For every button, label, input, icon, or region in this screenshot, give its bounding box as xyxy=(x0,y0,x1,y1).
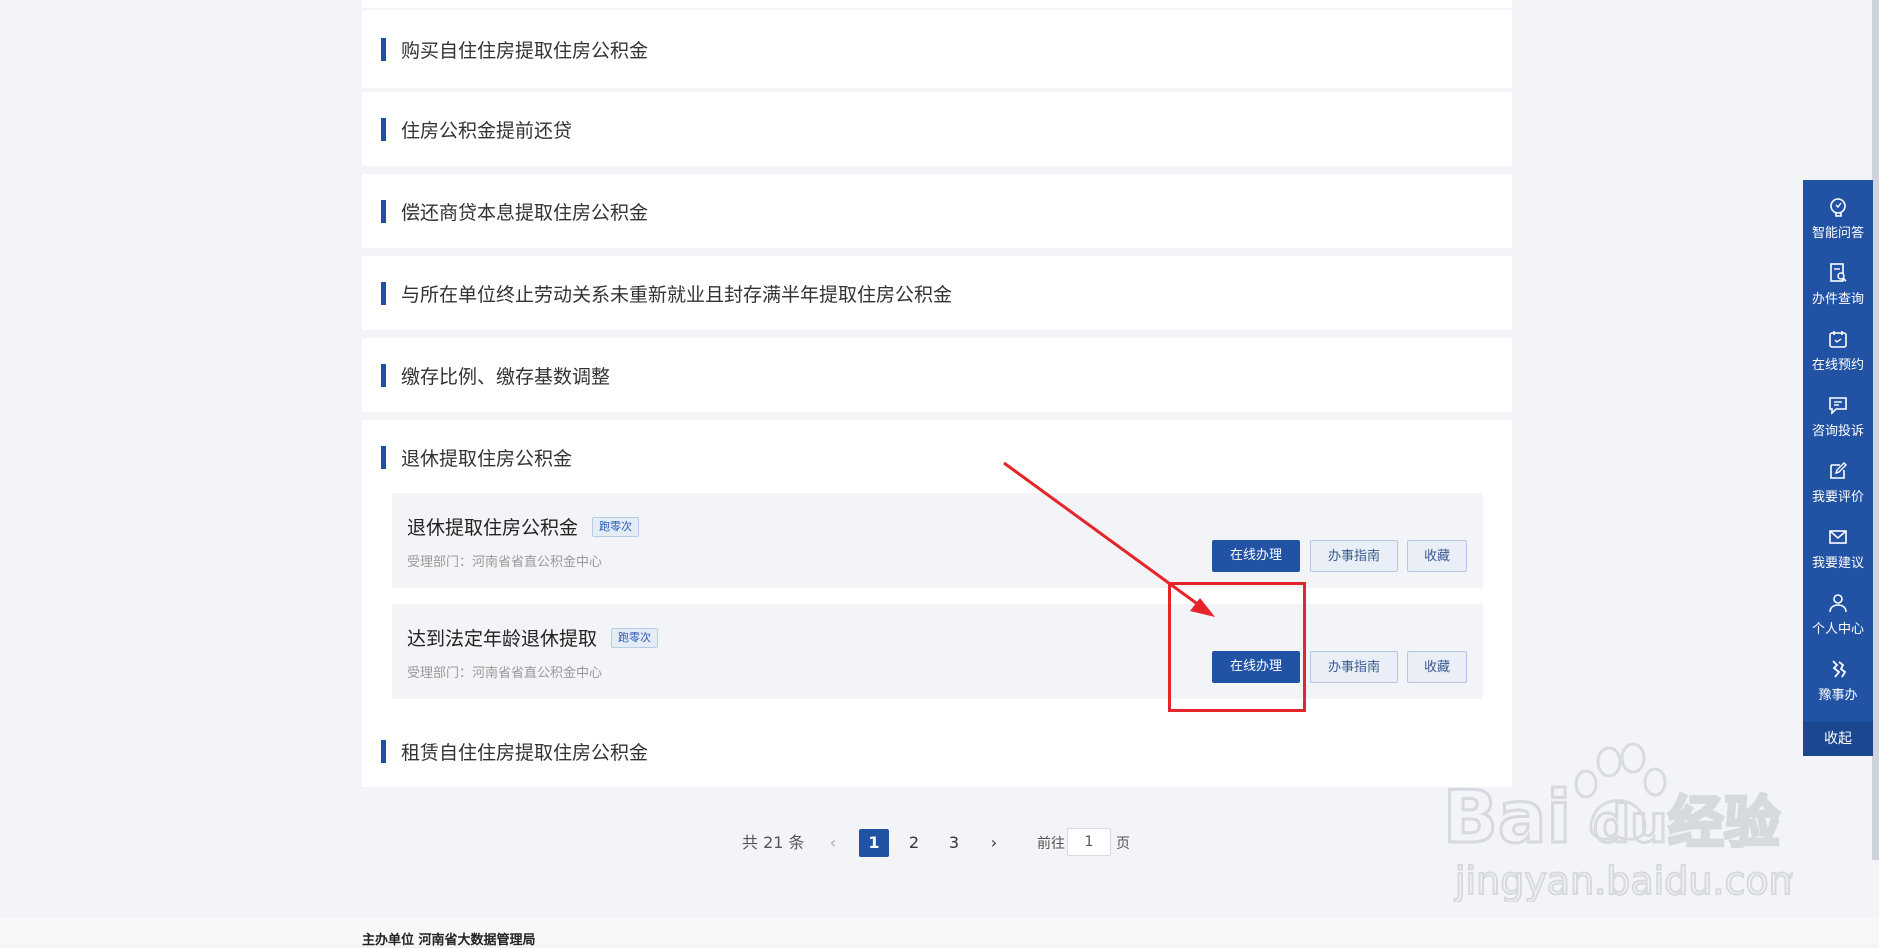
annotation-box xyxy=(1168,582,1306,712)
svg-text:Bai: Bai xyxy=(1443,775,1571,859)
baidu-watermark-logo: Bai du 经验 jingyan.baidu.com xyxy=(1443,742,1793,902)
svg-text:du: du xyxy=(1593,795,1667,855)
svg-text:经验: 经验 xyxy=(1668,791,1780,856)
watermark-url: jingyan.baidu.com xyxy=(1454,859,1793,902)
